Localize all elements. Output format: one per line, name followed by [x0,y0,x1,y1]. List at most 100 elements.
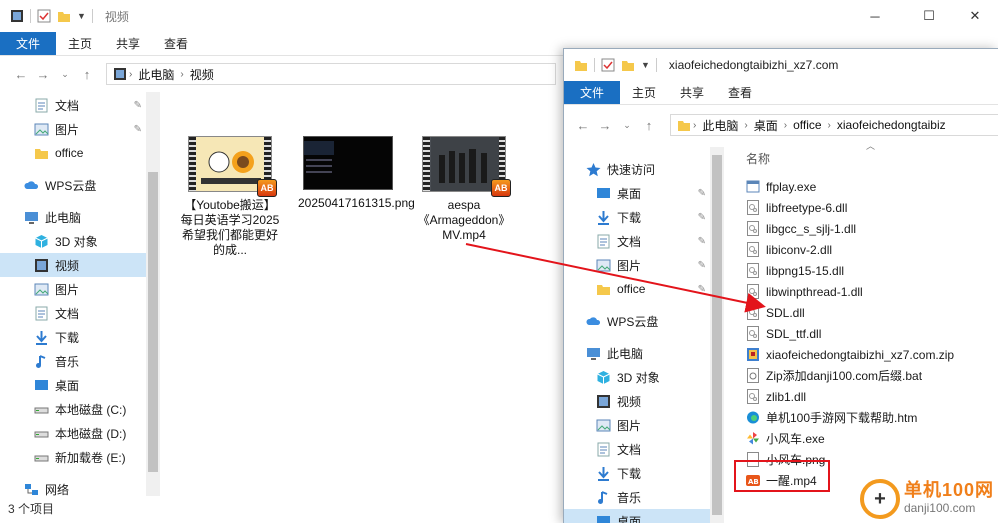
sidebar-item[interactable]: office ✎ [564,277,710,301]
forward-arrow-icon[interactable]: → [594,118,616,133]
back-arrow-icon[interactable]: ← [572,118,594,133]
new-folder-icon[interactable] [621,58,635,72]
sidebar-item[interactable]: 网络 [0,477,146,501]
file-list-item[interactable]: xiaofeichedongtaibizhi_xz7.com.zip [746,344,996,365]
sidebar-item[interactable]: 图片 [0,277,146,301]
tab-share[interactable]: 共享 [668,81,716,104]
file-list-item[interactable]: 单机100手游网下载帮助.htm [746,407,996,428]
quick-access-dropdown-icon[interactable]: ▼ [641,60,650,70]
new-folder-icon[interactable] [57,9,71,23]
recent-dropdown-icon[interactable]: ⌄ [54,69,76,80]
breadcrumb[interactable]: › 此电脑 › 视频 [106,63,556,85]
breadcrumb-this-pc[interactable]: 此电脑 [138,66,174,83]
sidebar-item[interactable]: 下载 [0,325,146,349]
breadcrumb-office[interactable]: office [793,118,821,132]
pin-icon[interactable]: ✎ [698,236,706,247]
file-list-item[interactable]: libiconv-2.dll [746,239,996,260]
file-list-item[interactable]: libfreetype-6.dll [746,197,996,218]
watermark-text: 单机100网 [903,480,994,500]
window-title: xiaofeichedongtaibizhi_xz7.com [668,58,839,72]
sidebar-item[interactable]: 桌面 [564,509,710,523]
pin-icon[interactable]: ✎ [134,100,142,111]
scrollbar-thumb[interactable] [712,155,722,515]
sidebar-item[interactable]: 文档 [564,437,710,461]
sidebar-item[interactable]: 3D 对象 [0,229,146,253]
up-arrow-icon[interactable]: ↑ [638,118,660,133]
sidebar-item[interactable]: 文档 [0,301,146,325]
properties-icon[interactable] [37,9,51,23]
sidebar-item[interactable]: WPS云盘 [564,309,710,333]
pin-icon[interactable]: ✎ [698,212,706,223]
file-list-item[interactable]: zlib1.dll [746,386,996,407]
sidebar-item[interactable]: 文档 ✎ [0,93,146,117]
file-list-item[interactable]: SDL.dll [746,302,996,323]
3d-objects-icon [596,370,611,385]
folder-icon [34,146,49,161]
nav-scrollbar[interactable] [710,147,724,523]
sidebar-item[interactable]: 图片 ✎ [564,253,710,277]
quick-access-dropdown-icon[interactable]: ▼ [77,11,86,21]
sidebar-item[interactable]: 图片 ✎ [0,117,146,141]
tab-share[interactable]: 共享 [104,32,152,55]
sidebar-item[interactable]: 桌面 [0,373,146,397]
file-list-item[interactable]: Zip添加danji100.com后缀.bat [746,365,996,386]
sidebar-item[interactable]: 新加载卷 (E:) [0,445,146,469]
sidebar-item[interactable]: 此电脑 [564,341,710,365]
sidebar-item[interactable]: 3D 对象 [564,365,710,389]
breadcrumb-videos[interactable]: 视频 [190,66,214,83]
close-button[interactable]: ✕ [952,0,998,32]
back-arrow-icon[interactable]: ← [10,67,32,82]
recent-dropdown-icon[interactable]: ⌄ [616,120,638,131]
properties-icon[interactable] [601,58,615,72]
maximize-button[interactable]: ☐ [906,0,952,32]
file-list-item[interactable]: 小风车.exe [746,428,996,449]
sidebar-item[interactable]: 视频 [564,389,710,413]
tab-file[interactable]: 文件 [0,32,57,55]
breadcrumb-this-pc[interactable]: 此电脑 [702,117,738,134]
sidebar-item[interactable]: 音乐 [564,485,710,509]
sidebar-item[interactable]: 本地磁盘 (C:) [0,397,146,421]
sidebar-item[interactable]: 视频 [0,253,146,277]
pin-icon[interactable]: ✎ [698,284,706,295]
pin-icon[interactable]: ✎ [134,124,142,135]
file-tile[interactable]: AB 【Youtobe搬运】每日英语学习2025希望我们都能更好的成... [180,136,280,258]
column-header-name[interactable]: 名称 [746,150,770,167]
sidebar-item[interactable]: 快速访问 [564,157,710,181]
tab-view[interactable]: 查看 [716,81,764,104]
file-tile[interactable]: AB aespa《Armageddon》MV.mp4 [414,136,514,243]
breadcrumb[interactable]: › 此电脑 › 桌面 › office › xiaofeichedongtaib… [670,114,998,136]
sidebar-item[interactable]: 图片 [564,413,710,437]
pin-icon[interactable]: ✎ [698,260,706,271]
breadcrumb-current-folder[interactable]: xiaofeichedongtaibiz [837,118,946,132]
file-list-item[interactable]: libpng15-15.dll [746,260,996,281]
title-bar: ▼ 视频 [0,0,998,32]
sidebar-item[interactable]: 文档 ✎ [564,229,710,253]
scrollbar-thumb[interactable] [148,172,158,472]
sidebar-item[interactable]: WPS云盘 [0,173,146,197]
sidebar-item[interactable]: 此电脑 [0,205,146,229]
forward-arrow-icon[interactable]: → [32,67,54,82]
player-badge-icon: AB [491,179,511,197]
minimize-button[interactable]: ─ [852,0,898,32]
file-list-item[interactable]: SDL_ttf.dll [746,323,996,344]
file-list-item[interactable]: libwinpthread-1.dll [746,281,996,302]
file-tile[interactable]: 20250417161315.png [298,136,415,211]
sidebar-item[interactable]: 音乐 [0,349,146,373]
nav-scrollbar[interactable] [146,92,160,496]
watermark-logo-icon: + [859,479,900,519]
tab-view[interactable]: 查看 [152,32,200,55]
sidebar-item[interactable]: 桌面 ✎ [564,181,710,205]
tab-file[interactable]: 文件 [564,81,621,104]
up-arrow-icon[interactable]: ↑ [76,67,98,82]
tab-home[interactable]: 主页 [620,81,668,104]
sidebar-item[interactable]: 下载 [564,461,710,485]
tab-home[interactable]: 主页 [56,32,104,55]
file-list-item[interactable]: ffplay.exe [746,176,996,197]
file-list-item[interactable]: libgcc_s_sjlj-1.dll [746,218,996,239]
pin-icon[interactable]: ✎ [698,188,706,199]
file-name: 单机100手游网下载帮助.htm [766,411,918,425]
sidebar-item[interactable]: 本地磁盘 (D:) [0,421,146,445]
breadcrumb-desktop[interactable]: 桌面 [754,117,778,134]
sidebar-item[interactable]: office [0,141,146,165]
sidebar-item[interactable]: 下载 ✎ [564,205,710,229]
